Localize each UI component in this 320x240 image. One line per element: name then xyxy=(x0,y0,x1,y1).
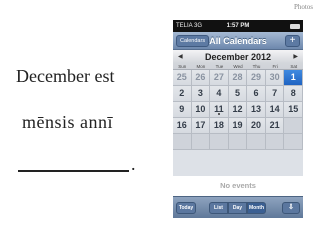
weekday-label: Fri xyxy=(272,64,278,69)
empty-day-cell xyxy=(228,134,248,150)
bottom-toolbar: Today List Day Month ⇩ xyxy=(173,196,303,218)
day-number: 1 xyxy=(290,72,296,82)
nav-bar: Calendars All Calendars + xyxy=(173,32,303,50)
day-number: 13 xyxy=(251,104,262,114)
day-cell[interactable]: 26 xyxy=(191,70,211,86)
share-icon[interactable]: ⇩ xyxy=(282,201,300,214)
day-cell[interactable]: 21 xyxy=(265,118,285,134)
day-number: 6 xyxy=(253,88,259,98)
day-number: 20 xyxy=(251,120,262,130)
day-cell[interactable]: 29 xyxy=(247,70,266,86)
view-segmented-control: List Day Month xyxy=(209,201,266,214)
day-cell[interactable]: 4 xyxy=(210,86,229,102)
day-cell[interactable]: 17 xyxy=(191,118,211,134)
day-cell[interactable]: 11 xyxy=(210,102,229,118)
weekday-header: Sun Mon Tue Wed Thu Fri Sat xyxy=(173,63,303,70)
day-number: 10 xyxy=(195,104,206,114)
day-number: 16 xyxy=(176,120,187,130)
empty-day-cell xyxy=(284,134,303,150)
slide-line-1: December est xyxy=(16,66,115,86)
empty-day-cell xyxy=(173,134,192,150)
slide-line-2: mēnsis annī xyxy=(22,112,113,132)
day-number: 3 xyxy=(197,88,203,98)
event-dot-icon xyxy=(217,113,220,115)
day-number: 19 xyxy=(232,120,243,130)
day-cell[interactable]: 28 xyxy=(228,70,248,86)
day-cell[interactable]: 20 xyxy=(247,118,266,134)
day-number: 17 xyxy=(195,120,206,130)
day-number: 9 xyxy=(179,104,185,114)
day-number: 21 xyxy=(269,120,280,130)
day-cell[interactable]: 8 xyxy=(284,86,303,102)
day-cell[interactable]: 14 xyxy=(265,102,285,118)
day-view-button[interactable]: Day xyxy=(228,201,247,214)
fill-in-blank-line xyxy=(18,170,129,172)
day-cell[interactable]: 30 xyxy=(265,70,285,86)
day-number: 18 xyxy=(213,120,224,130)
day-number: 29 xyxy=(251,72,262,82)
day-cell[interactable]: 3 xyxy=(191,86,211,102)
day-cell[interactable]: 10 xyxy=(191,102,211,118)
month-header: ◀ December 2012 ▶ xyxy=(173,50,303,63)
day-number: 15 xyxy=(288,104,299,114)
status-time: 1:57 PM xyxy=(226,23,250,29)
iphone-calendar-screenshot: TELIA 3G 1:57 PM Calendars All Calendars… xyxy=(173,20,303,218)
empty-day-cell xyxy=(247,134,266,150)
empty-day-cell xyxy=(284,118,303,134)
weekday-label: Mon xyxy=(196,64,206,69)
prev-month-icon[interactable]: ◀ xyxy=(178,53,183,60)
day-cell[interactable]: 7 xyxy=(265,86,285,102)
month-grid: 25 26 27 28 29 30 1 2 3 4 5 6 7 8 9 10 11 12 13 14 15 16 17 18 1… xyxy=(173,70,303,150)
day-number: 27 xyxy=(213,72,224,82)
day-cell[interactable]: 25 xyxy=(173,70,192,86)
today-day-cell[interactable]: 1 xyxy=(284,70,303,86)
day-number: 14 xyxy=(269,104,280,114)
month-title: December 2012 xyxy=(204,51,272,62)
add-event-button[interactable]: + xyxy=(285,34,300,47)
empty-day-cell xyxy=(265,134,285,150)
day-cell[interactable]: 16 xyxy=(173,118,192,134)
weekday-label: Wed xyxy=(233,64,243,69)
day-number: 30 xyxy=(269,72,280,82)
month-view-button[interactable]: Month xyxy=(247,201,266,214)
weekday-label: Sun xyxy=(178,64,187,69)
day-number: 12 xyxy=(232,104,243,114)
weekday-label: Thu xyxy=(252,64,261,69)
day-number: 8 xyxy=(290,88,296,98)
day-cell[interactable]: 2 xyxy=(173,86,192,102)
day-cell[interactable]: 12 xyxy=(228,102,248,118)
day-number: 4 xyxy=(216,88,222,98)
day-number: 25 xyxy=(176,72,187,82)
day-cell[interactable]: 13 xyxy=(247,102,266,118)
next-month-icon[interactable]: ▶ xyxy=(293,53,298,60)
day-number: 26 xyxy=(195,72,206,82)
day-cell[interactable]: 18 xyxy=(210,118,229,134)
day-cell[interactable]: 6 xyxy=(247,86,266,102)
empty-day-cell xyxy=(191,134,211,150)
day-number: 7 xyxy=(272,88,278,98)
day-cell[interactable]: 5 xyxy=(228,86,248,102)
empty-day-cell xyxy=(210,134,229,150)
photo-credit: Photos xyxy=(293,3,313,11)
calendars-button[interactable]: Calendars xyxy=(176,34,210,47)
weekday-label: Sat xyxy=(290,64,298,69)
no-events-label: No events xyxy=(173,176,303,196)
day-number: 28 xyxy=(232,72,243,82)
day-cell[interactable]: 27 xyxy=(210,70,229,86)
day-cell[interactable]: 19 xyxy=(228,118,248,134)
day-number: 5 xyxy=(234,88,240,98)
slide-period: . xyxy=(131,154,136,174)
today-button[interactable]: Today xyxy=(176,201,196,214)
list-view-button[interactable]: List xyxy=(209,201,228,214)
day-cell[interactable]: 15 xyxy=(284,102,303,118)
day-number: 2 xyxy=(179,88,185,98)
status-bar: TELIA 3G 1:57 PM xyxy=(173,20,303,32)
weekday-label: Tue xyxy=(215,64,224,69)
day-cell[interactable]: 9 xyxy=(173,102,192,118)
